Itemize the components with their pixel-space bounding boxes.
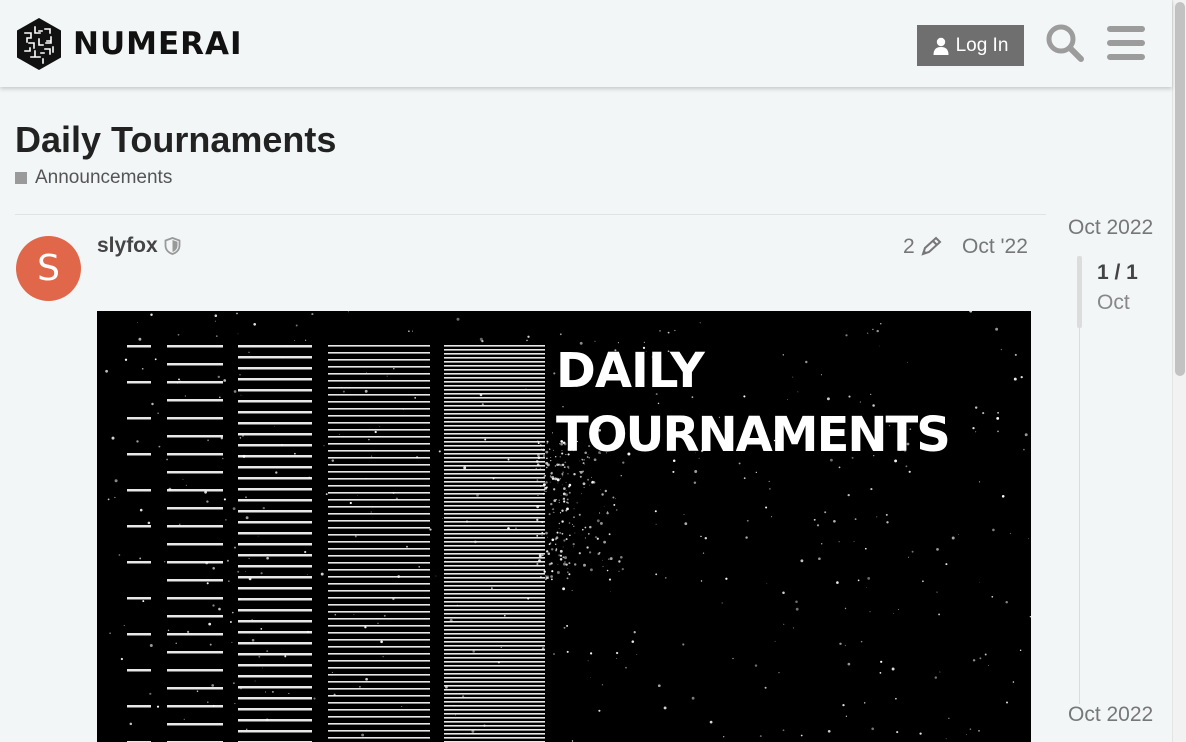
avatar-initial: S bbox=[37, 248, 60, 289]
search-button[interactable] bbox=[1044, 22, 1086, 64]
author-username[interactable]: slyfox bbox=[97, 234, 158, 258]
image-title-line1: DAILY bbox=[556, 343, 705, 399]
hamburger-menu-button[interactable] bbox=[1107, 26, 1145, 60]
menu-bar bbox=[1107, 54, 1145, 60]
timeline-current-date: Oct bbox=[1097, 291, 1130, 314]
numerai-logo-icon bbox=[17, 18, 61, 70]
pencil-icon bbox=[921, 236, 942, 256]
site-header: NUMERAI Log In bbox=[0, 0, 1172, 87]
user-icon bbox=[933, 37, 949, 55]
timeline-position: 1 / 1 bbox=[1097, 261, 1138, 284]
topic-title[interactable]: Daily Tournaments bbox=[15, 119, 336, 161]
timeline-handle[interactable] bbox=[1077, 256, 1082, 328]
menu-bar bbox=[1107, 40, 1145, 46]
login-button[interactable]: Log In bbox=[917, 25, 1024, 66]
logo-wordmark: NUMERAI bbox=[73, 26, 243, 62]
page-scrollbar[interactable] bbox=[1172, 0, 1186, 742]
scrollbar-thumb[interactable] bbox=[1175, 2, 1185, 376]
edit-count-value: 2 bbox=[903, 235, 915, 258]
login-label: Log In bbox=[955, 34, 1009, 56]
search-icon bbox=[1046, 24, 1084, 62]
site-logo[interactable]: NUMERAI bbox=[15, 17, 243, 71]
category-badge[interactable]: Announcements bbox=[15, 167, 172, 189]
menu-bar bbox=[1107, 26, 1145, 32]
image-title: DAILY TOURNAMENTS bbox=[556, 339, 951, 467]
category-color-swatch bbox=[15, 172, 27, 184]
author-avatar[interactable]: S bbox=[16, 236, 81, 301]
image-title-line2: TOURNAMENTS bbox=[556, 407, 951, 463]
post-date[interactable]: Oct '22 bbox=[962, 235, 1028, 259]
timeline-start-date[interactable]: Oct 2022 bbox=[1068, 216, 1153, 240]
post-image[interactable]: DAILY TOURNAMENTS bbox=[97, 311, 1031, 742]
category-label: Announcements bbox=[35, 167, 173, 188]
timeline-end-date[interactable]: Oct 2022 bbox=[1068, 703, 1153, 727]
moderator-shield-icon bbox=[164, 237, 181, 255]
edit-history-button[interactable]: 2 bbox=[903, 235, 943, 259]
topic-divider bbox=[15, 214, 1046, 215]
post-author: slyfox bbox=[97, 234, 181, 258]
